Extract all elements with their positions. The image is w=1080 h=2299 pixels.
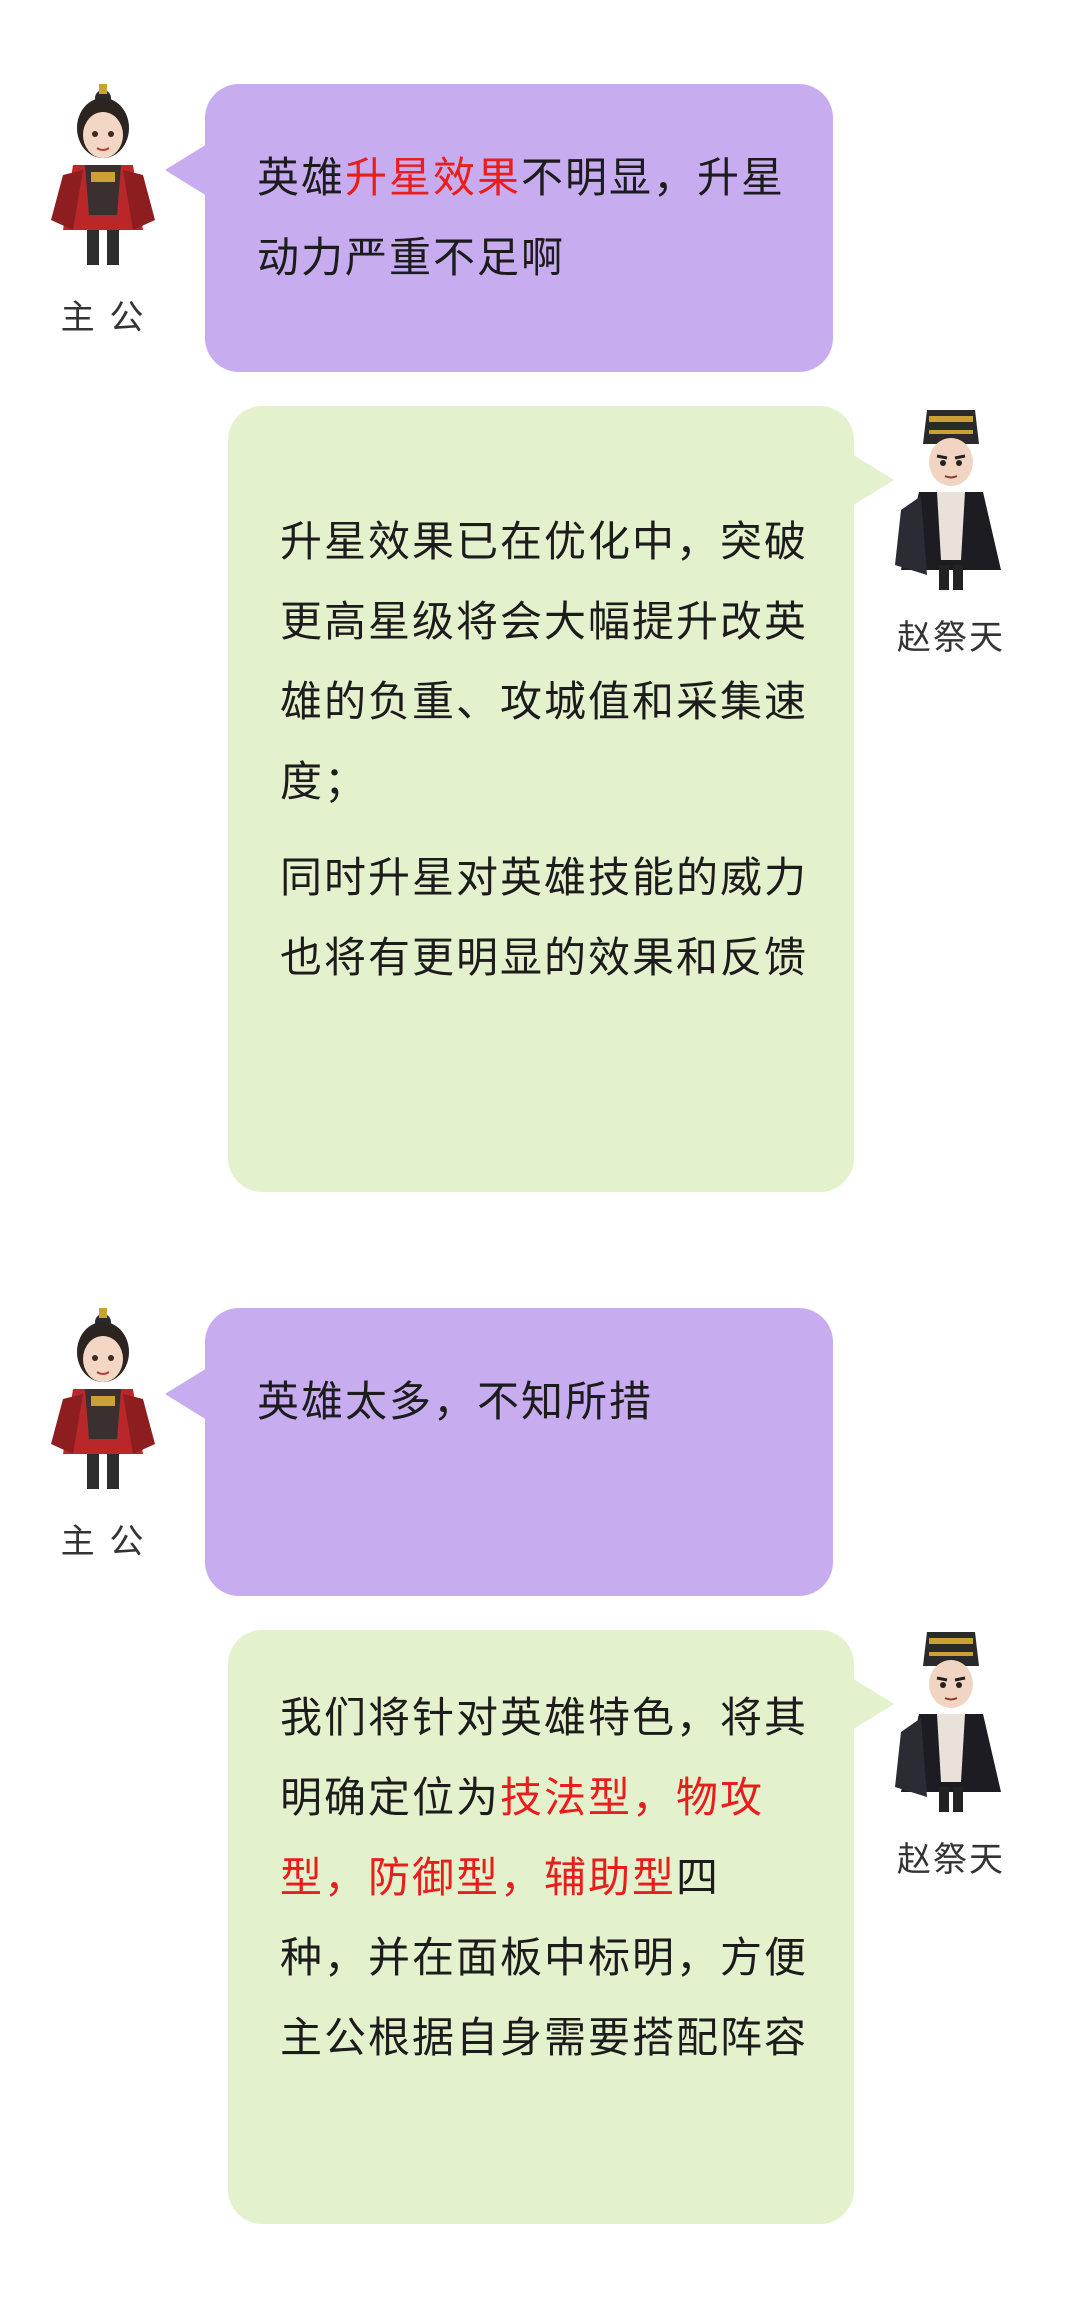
dev-name-label: 赵祭天 — [897, 1840, 1005, 1880]
bubble-tail — [852, 1678, 894, 1730]
bubble-tail — [852, 454, 894, 506]
lord-avatar-block: 主 公 — [28, 1304, 178, 1563]
dev-message-bubble-1: 升星效果已在优化中，突破更高星级将会大幅提升改英雄的负重、攻城值和采集速度； 同… — [228, 406, 894, 1192]
bubble-tail — [165, 144, 207, 196]
lord-name-label: 主 公 — [60, 298, 146, 338]
dev-name-label: 赵祭天 — [897, 618, 1005, 658]
lord-avatar-icon — [51, 84, 155, 265]
dev-avatar-icon — [895, 410, 1001, 590]
lord-message-bubble-2: 英雄太多，不知所措 — [165, 1308, 833, 1596]
message-text: 我们将针对英雄特色，将其明确定位为技法型，物攻型，防御型，辅助型四种，并在面板中… — [280, 1693, 809, 2062]
lord-avatar-icon — [51, 1308, 155, 1489]
bubble-tail — [165, 1368, 207, 1420]
message-paragraph: 同时升星对英雄技能的威力也将有更明显的效果和反馈 — [280, 853, 809, 982]
highlight-text: 升星效果 — [345, 153, 522, 202]
chat-page: 主 公 英雄升星效果不明显，升星动力严重不足啊 赵祭天 升星效果已在优化中，突破… — [0, 0, 1080, 2299]
lord-name-label: 主 公 — [60, 1522, 146, 1562]
dev-avatar-icon — [895, 1632, 1001, 1812]
dev-message-bubble-2: 我们将针对英雄特色，将其明确定位为技法型，物攻型，防御型，辅助型四种，并在面板中… — [228, 1630, 894, 2224]
message-text: 英雄太多，不知所措 — [257, 1377, 654, 1426]
lord-avatar-block: 主 公 — [28, 80, 178, 339]
dev-avatar-block: 赵祭天 — [876, 400, 1026, 659]
dev-avatar-block: 赵祭天 — [876, 1622, 1026, 1881]
lord-message-bubble-1: 英雄升星效果不明显，升星动力严重不足啊 — [165, 84, 833, 372]
message-text: 英雄升星效果不明显，升星动力严重不足啊 — [257, 153, 786, 282]
message-paragraph: 升星效果已在优化中，突破更高星级将会大幅提升改英雄的负重、攻城值和采集速度； — [280, 517, 809, 806]
